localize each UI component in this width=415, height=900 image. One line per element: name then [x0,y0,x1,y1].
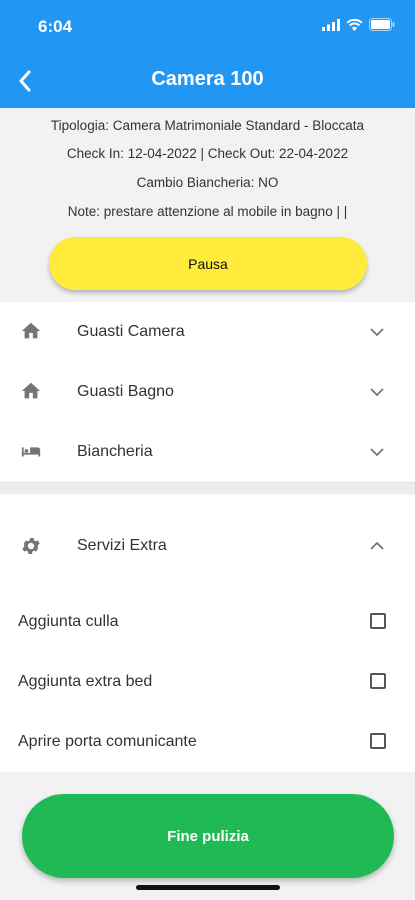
check-dates-text: Check In: 12-04-2022 | Check Out: 22-04-… [66,146,349,161]
chevron-up-icon [370,541,384,550]
extra-option-culla[interactable]: Aggiunta culla [0,592,415,652]
home-icon [21,382,41,399]
chevron-down-icon [370,328,384,337]
tipologia-text: Tipologia: Camera Matrimoniale Standard … [50,118,365,133]
app-header: 6:04 Camera 100 [0,0,415,108]
extra-option-porta-comunicante[interactable]: Aprire porta comunicante [0,712,415,772]
option-label: Aggiunta culla [18,613,119,630]
section-label: Guasti Bagno [77,383,174,400]
section-guasti-camera[interactable]: Guasti Camera [0,302,415,363]
note-text: Note: prestare attenzione al mobile in b… [67,204,348,219]
status-icons [322,18,395,31]
bed-icon [21,447,41,457]
fine-pulizia-button[interactable]: Fine pulizia [22,794,394,878]
chevron-down-icon [370,388,384,397]
section-label: Servizi Extra [77,537,167,554]
status-time: 6:04 [38,17,73,36]
section-guasti-bagno[interactable]: Guasti Bagno [0,362,415,423]
option-label: Aggiunta extra bed [18,673,153,690]
section-divider [0,483,415,493]
checkbox[interactable] [370,673,386,689]
chevron-down-icon [370,448,384,457]
battery-icon [369,18,395,31]
section-servizi-extra[interactable]: Servizi Extra [0,495,415,597]
home-indicator [136,885,280,890]
checkbox[interactable] [370,613,386,629]
pausa-button[interactable]: Pausa [49,237,367,290]
extra-option-extra-bed[interactable]: Aggiunta extra bed [0,652,415,712]
section-label: Guasti Camera [77,323,185,340]
signal-icon [322,18,340,31]
wifi-icon [346,18,363,31]
checkbox[interactable] [370,733,386,749]
page-title: Camera 100 [151,68,264,90]
option-label: Aprire porta comunicante [18,733,197,750]
section-label: Biancheria [77,443,153,460]
gear-icon [22,538,40,554]
section-biancheria[interactable]: Biancheria [0,422,415,483]
home-icon [21,322,41,339]
cambio-biancheria-text: Cambio Biancheria: NO [136,175,279,190]
